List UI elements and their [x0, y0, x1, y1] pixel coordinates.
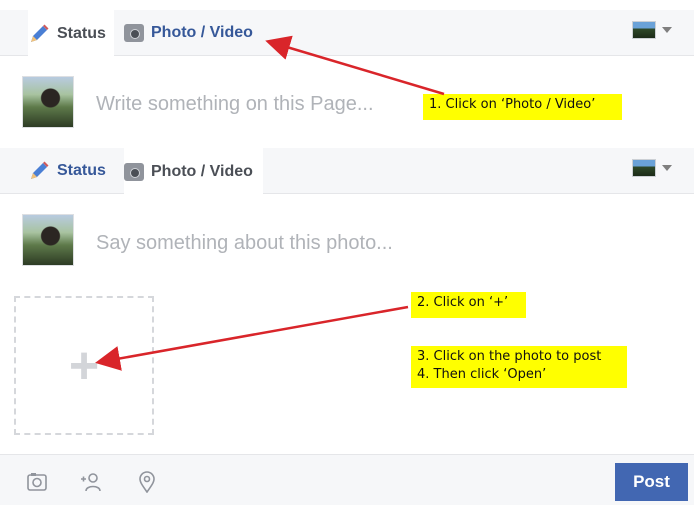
tag-people-icon[interactable] — [80, 471, 102, 493]
composer-footer: Post — [0, 454, 694, 505]
caret-down-icon — [662, 165, 672, 171]
pencil-icon — [31, 161, 49, 179]
post-as-page-selector[interactable] — [632, 21, 672, 39]
say-something-input[interactable]: Say something about this photo... — [96, 232, 393, 255]
tab-status[interactable]: Status — [28, 10, 114, 57]
post-button[interactable]: Post — [615, 463, 688, 501]
tab-photo-video-label: Photo / Video — [151, 24, 253, 41]
composer-tabbar-top: Status Photo / Video — [0, 10, 694, 57]
composer-input-row: Say something about this photo... — [0, 210, 694, 272]
callout-step1: 1. Click on ‘Photo / Video’ — [423, 94, 622, 120]
plus-icon: + — [68, 336, 100, 395]
callout-step4: 4. Then click ‘Open’ — [417, 367, 547, 382]
page-thumbnail — [632, 21, 656, 39]
post-as-page-selector[interactable] — [632, 159, 672, 177]
write-something-input[interactable]: Write something on this Page... — [96, 93, 374, 116]
pencil-icon — [31, 24, 49, 42]
callout-step3: 3. Click on the photo to post — [417, 349, 602, 364]
location-icon[interactable] — [136, 471, 158, 493]
camera-icon — [124, 162, 144, 181]
tab-status[interactable]: Status — [28, 148, 106, 194]
composer-tabbar-bottom: Status Photo / Video — [0, 148, 694, 195]
caret-down-icon — [662, 27, 672, 33]
tab-status-label: Status — [57, 162, 106, 179]
add-photo-button[interactable]: + — [14, 296, 154, 435]
tab-photo-video-label: Photo / Video — [151, 162, 253, 180]
page-thumbnail — [632, 159, 656, 177]
avatar — [22, 214, 74, 266]
tab-photo-video[interactable]: Photo / Video — [124, 10, 253, 56]
photo-icon[interactable] — [26, 471, 48, 493]
tab-photo-video[interactable]: Photo / Video — [124, 148, 263, 195]
callout-step2: 2. Click on ‘+’ — [411, 292, 526, 318]
tab-status-label: Status — [57, 24, 106, 42]
avatar — [22, 76, 74, 128]
camera-icon — [124, 24, 144, 42]
callout-steps-3-4: 3. Click on the photo to post 4. Then cl… — [411, 346, 627, 388]
